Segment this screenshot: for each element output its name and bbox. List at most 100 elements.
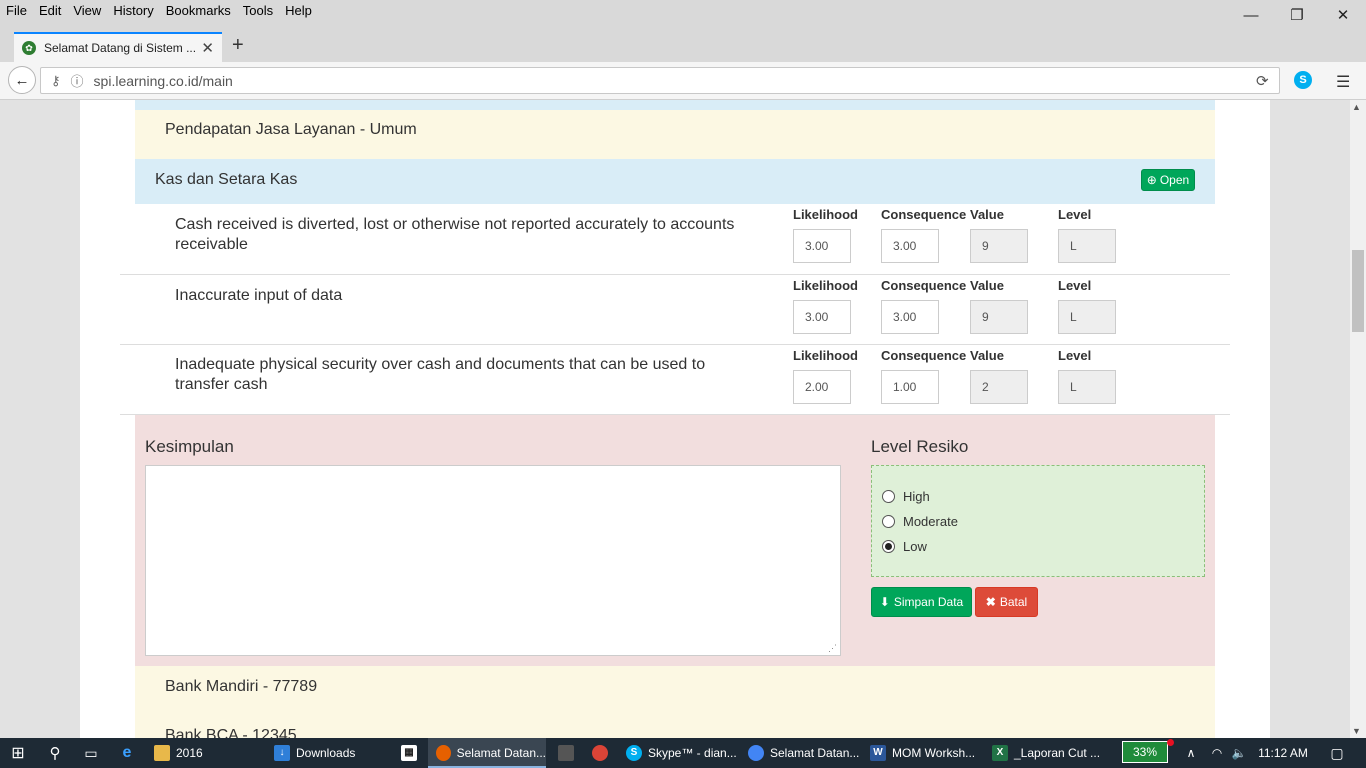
battery-indicator[interactable]: 33% xyxy=(1122,741,1168,763)
taskbar-label: Selamat Datan... xyxy=(770,746,860,760)
wifi-icon[interactable]: ◠ xyxy=(1206,738,1228,768)
previous-group-band xyxy=(135,100,1215,110)
scroll-up-icon[interactable]: ▲ xyxy=(1352,102,1361,112)
subcategory-title: Pendapatan Jasa Layanan - Umum xyxy=(165,121,417,138)
skype-icon: S xyxy=(626,745,642,761)
taskbar-label: Selamat Datan... xyxy=(456,746,546,760)
new-tab-icon[interactable]: + xyxy=(232,34,244,57)
menu-bookmarks[interactable]: Bookmarks xyxy=(160,0,237,22)
radio-high[interactable]: High xyxy=(882,484,930,509)
vertical-scrollbar[interactable] xyxy=(1350,100,1366,738)
consequence-label: Consequence xyxy=(881,278,967,293)
taskbar-label: Skype™ - dian... xyxy=(648,746,737,760)
scroll-down-icon[interactable]: ▼ xyxy=(1352,726,1361,736)
risk-description: Cash received is diverted, lost or other… xyxy=(175,216,735,253)
reload-icon[interactable]: ⟳ xyxy=(1256,72,1269,90)
save-button[interactable]: ⬇ Simpan Data xyxy=(871,587,972,617)
kesimpulan-textarea[interactable] xyxy=(145,465,841,656)
address-bar[interactable]: ⚷ ⓘ spi.learning.co.id/main xyxy=(40,67,1280,94)
cancel-label: Batal xyxy=(999,595,1028,609)
taskbar-label: MOM Worksh... xyxy=(892,746,976,760)
cancel-button[interactable]: ✖ Batal xyxy=(975,587,1038,617)
menu-edit[interactable]: Edit xyxy=(33,0,67,22)
start-windows-icon[interactable]: ⊞ xyxy=(0,738,36,768)
chrome-icon xyxy=(748,745,764,761)
action-center-icon[interactable]: ▢ xyxy=(1320,738,1354,768)
save-label: Simpan Data xyxy=(893,595,964,609)
store-icon[interactable]: ▦ xyxy=(394,738,424,768)
row-divider xyxy=(120,274,1230,275)
level-resiko-group: High Moderate Low xyxy=(871,465,1205,577)
hamburger-menu-icon[interactable]: ☰ xyxy=(1336,72,1350,92)
group-header: Kas dan Setara Kas xyxy=(135,159,1215,204)
taskbar-item-word[interactable]: W MOM Worksh... xyxy=(862,738,980,768)
value-field: 9 xyxy=(970,300,1028,334)
volume-mute-icon[interactable]: 🔈 xyxy=(1228,738,1250,768)
menu-file[interactable]: File xyxy=(0,0,33,22)
app-icon[interactable] xyxy=(550,738,582,768)
kesimpulan-label: Kesimpulan xyxy=(145,437,234,456)
level-label: Level xyxy=(1058,207,1092,222)
edge-icon[interactable]: e xyxy=(110,738,144,768)
subcategory-list-bottom: Bank Mandiri - 77789 Bank BCA - 12345 xyxy=(135,666,1215,744)
taskbar-item-downloads[interactable]: ↓ Downloads xyxy=(266,738,390,768)
download-icon: ⬇ xyxy=(879,595,890,609)
menu-bar: File Edit View History Bookmarks Tools H… xyxy=(0,0,1366,22)
info-icon[interactable]: ⓘ xyxy=(71,71,84,90)
consequence-input[interactable]: 1.00 xyxy=(881,370,939,404)
skype-icon[interactable]: S xyxy=(1294,71,1312,89)
tab-close-icon[interactable]: ✕ xyxy=(201,39,214,57)
menu-tools[interactable]: Tools xyxy=(237,0,279,22)
taskbar-item-firefox[interactable]: Selamat Datan... xyxy=(428,738,546,768)
scrollbar-thumb[interactable] xyxy=(1352,250,1364,332)
task-view-icon[interactable]: ▭ xyxy=(74,738,108,768)
excel-icon: X xyxy=(992,745,1008,761)
consequence-input[interactable]: 3.00 xyxy=(881,300,939,334)
taskbar-item-chrome[interactable]: Selamat Datan... xyxy=(740,738,860,768)
radio-low-label: Low xyxy=(903,539,927,554)
chrome-icon[interactable] xyxy=(584,738,616,768)
open-button[interactable]: ⊕ Open xyxy=(1141,169,1195,191)
level-label: Level xyxy=(1058,348,1092,363)
back-button[interactable]: ← xyxy=(8,66,36,94)
taskbar-item-excel[interactable]: X _Laporan Cut ... xyxy=(984,738,1102,768)
menu-view[interactable]: View xyxy=(67,0,107,22)
group-title: Kas dan Setara Kas xyxy=(155,171,298,188)
tab-title: Selamat Datang di Sistem ... xyxy=(44,41,196,55)
tab-selamat-datang[interactable]: ✿ Selamat Datang di Sistem ... ✕ xyxy=(14,32,222,62)
taskbar-label: Downloads xyxy=(296,746,356,760)
likelihood-label: Likelihood xyxy=(793,278,858,293)
radio-low[interactable]: Low xyxy=(882,534,927,559)
value-field: 9 xyxy=(970,229,1028,263)
taskbar-label: _Laporan Cut ... xyxy=(1014,746,1101,760)
url-text: spi.learning.co.id/main xyxy=(93,72,233,89)
risk-description: Inadequate physical security over cash a… xyxy=(175,356,706,393)
radio-circle-icon[interactable] xyxy=(882,515,895,528)
clock[interactable]: 11:12 AM xyxy=(1254,738,1312,768)
radio-moderate[interactable]: Moderate xyxy=(882,509,958,534)
menu-history[interactable]: History xyxy=(107,0,159,22)
download-folder-icon: ↓ xyxy=(274,745,290,761)
likelihood-label: Likelihood xyxy=(793,207,858,222)
search-icon[interactable]: ⚲ xyxy=(38,738,72,768)
chevron-up-icon[interactable]: ∧ xyxy=(1180,738,1202,768)
consequence-label: Consequence xyxy=(881,207,967,222)
radio-circle-selected-icon[interactable] xyxy=(882,540,895,553)
level-resiko-label: Level Resiko xyxy=(871,437,969,456)
menu-help[interactable]: Help xyxy=(279,0,318,22)
key-icon[interactable]: ⚷ xyxy=(51,73,61,89)
taskbar-item-2016[interactable]: 2016 xyxy=(146,738,262,768)
likelihood-input[interactable]: 3.00 xyxy=(793,300,851,334)
level-label: Level xyxy=(1058,278,1092,293)
taskbar-label: 2016 xyxy=(176,746,203,760)
taskbar-item-skype[interactable]: S Skype™ - dian... xyxy=(618,738,738,768)
likelihood-input[interactable]: 2.00 xyxy=(793,370,851,404)
value-label: Value xyxy=(970,207,1004,222)
consequence-input[interactable]: 3.00 xyxy=(881,229,939,263)
radio-circle-icon[interactable] xyxy=(882,490,895,503)
subcategory-title[interactable]: Bank Mandiri - 77789 xyxy=(165,678,317,696)
subcategory-row[interactable]: Pendapatan Jasa Layanan - Umum xyxy=(135,110,1215,159)
folder-icon xyxy=(154,745,170,761)
risk-description: Inaccurate input of data xyxy=(175,287,343,304)
likelihood-input[interactable]: 3.00 xyxy=(793,229,851,263)
